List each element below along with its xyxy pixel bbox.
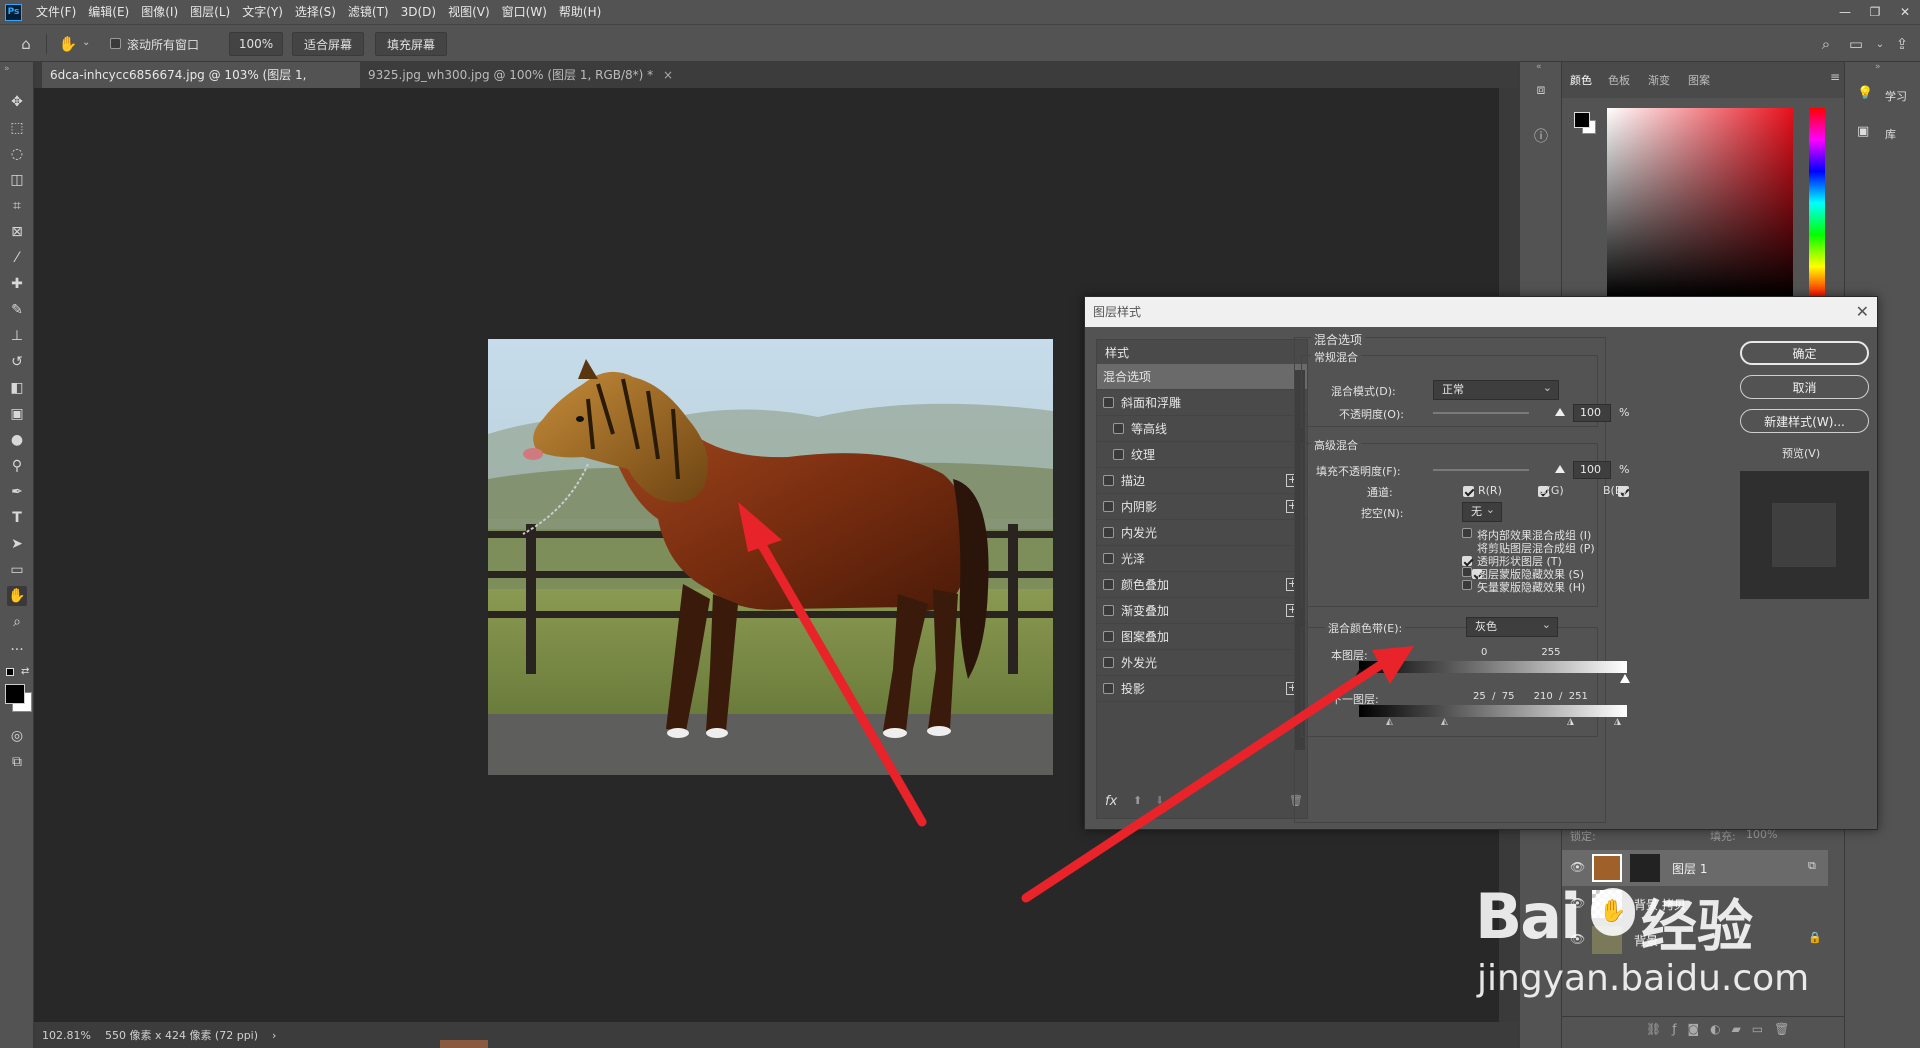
watermark-brand: Bai xyxy=(1475,880,1581,953)
watermark-brand-cn: 经验 xyxy=(1641,895,1753,960)
red-arrow-to-blend-if xyxy=(1021,646,1414,903)
baidu-watermark: Bai ✋ 经验 jingyan.baidu.com xyxy=(1475,880,1895,1000)
watermark-url: jingyan.baidu.com xyxy=(1477,958,1810,999)
red-arrow-to-horse xyxy=(738,502,927,827)
paw-logo-icon: ✋ xyxy=(1591,888,1635,936)
